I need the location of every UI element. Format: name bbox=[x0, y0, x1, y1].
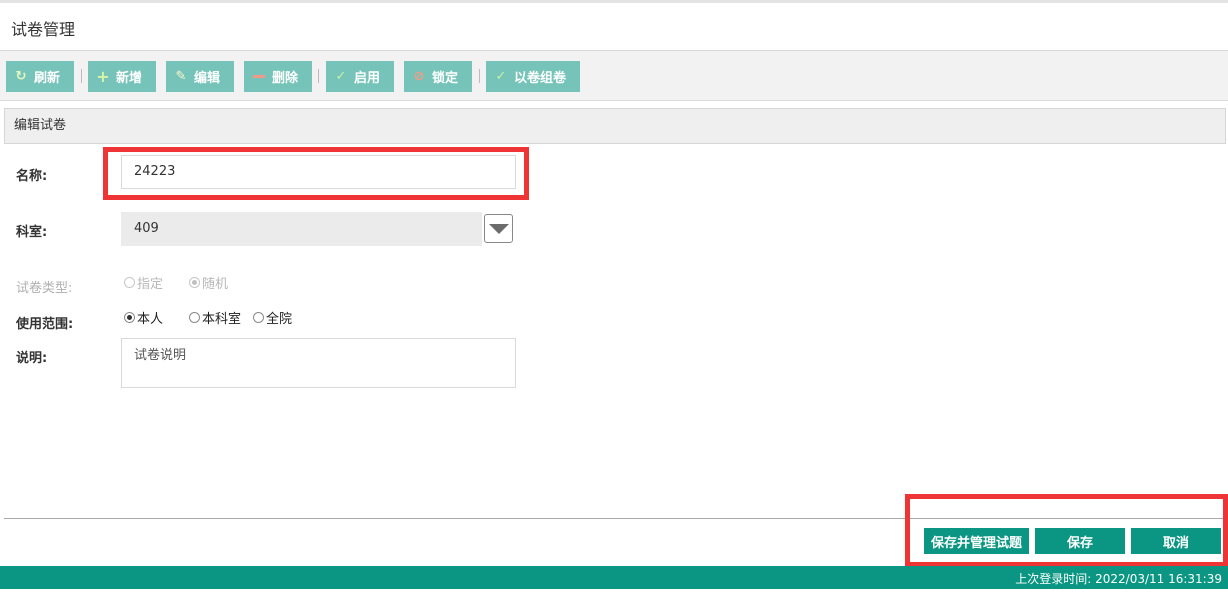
status-bar: 上次登录时间: 2022/03/11 16:31:39 bbox=[0, 566, 1228, 589]
enable-label: 启用 bbox=[354, 71, 381, 86]
radio-icon bbox=[253, 312, 264, 323]
compose-by-paper-label: 以卷组卷 bbox=[514, 71, 567, 86]
footer-divider bbox=[4, 518, 1226, 519]
toolbar-separator bbox=[318, 69, 319, 83]
refresh-icon: ↻ bbox=[15, 69, 27, 84]
pencil-icon: ✎ bbox=[175, 69, 187, 84]
delete-label: 删除 bbox=[272, 71, 299, 86]
department-dropdown-button[interactable] bbox=[484, 214, 513, 243]
department-label: 科室: bbox=[16, 225, 48, 240]
toolbar: ↻ 刷新 + 新增 ✎ 编辑 删除 ✓ 启用 ⊘ 锁定 ✓ 以卷组卷 bbox=[0, 50, 1228, 101]
edit-label: 编辑 bbox=[194, 71, 221, 86]
scope-radio-department[interactable]: 本科室 bbox=[189, 308, 241, 327]
add-label: 新增 bbox=[116, 71, 143, 86]
page-title: 试卷管理 bbox=[11, 20, 76, 39]
paper-type-label: 试卷类型: bbox=[16, 281, 73, 296]
toolbar-separator bbox=[479, 69, 480, 83]
edit-button[interactable]: ✎ 编辑 bbox=[166, 61, 234, 92]
paper-type-option-label: 随机 bbox=[202, 277, 229, 292]
plus-icon: + bbox=[96, 67, 110, 86]
name-label: 名称: bbox=[16, 169, 48, 184]
delete-button[interactable]: 删除 bbox=[244, 61, 312, 92]
radio-checked-icon bbox=[124, 312, 135, 323]
check-icon: ✓ bbox=[335, 69, 347, 84]
enable-button[interactable]: ✓ 启用 bbox=[326, 61, 394, 92]
check-icon: ✓ bbox=[495, 69, 507, 84]
paper-type-radio-random: 随机 bbox=[189, 273, 228, 292]
top-border bbox=[0, 0, 1228, 3]
refresh-label: 刷新 bbox=[34, 71, 61, 86]
add-button[interactable]: + 新增 bbox=[88, 61, 156, 92]
radio-checked-icon bbox=[189, 277, 200, 288]
scope-option-label: 本科室 bbox=[202, 312, 242, 327]
lock-label: 锁定 bbox=[432, 71, 459, 86]
department-select[interactable]: 409 bbox=[121, 212, 482, 246]
compose-by-paper-button[interactable]: ✓ 以卷组卷 bbox=[486, 61, 580, 92]
name-input[interactable]: 24223 bbox=[121, 155, 516, 189]
description-label: 说明: bbox=[16, 351, 48, 366]
lock-button[interactable]: ⊘ 锁定 bbox=[404, 61, 472, 92]
minus-icon bbox=[252, 70, 266, 84]
refresh-button[interactable]: ↻ 刷新 bbox=[6, 61, 74, 92]
cancel-button[interactable]: 取消 bbox=[1131, 528, 1221, 554]
radio-icon bbox=[189, 312, 200, 323]
radio-icon bbox=[124, 277, 135, 288]
scope-label: 使用范围: bbox=[16, 317, 74, 332]
chevron-down-icon bbox=[488, 223, 509, 234]
save-button[interactable]: 保存 bbox=[1035, 528, 1125, 554]
scope-option-label: 本人 bbox=[137, 312, 164, 327]
scope-radio-self[interactable]: 本人 bbox=[124, 308, 163, 327]
paper-type-radio-assigned: 指定 bbox=[124, 273, 163, 292]
ban-icon: ⊘ bbox=[413, 69, 425, 84]
paper-type-option-label: 指定 bbox=[137, 277, 164, 292]
toolbar-separator bbox=[81, 69, 82, 83]
scope-radio-hospital[interactable]: 全院 bbox=[253, 308, 292, 327]
panel-title: 编辑试卷 bbox=[4, 108, 1226, 144]
scope-option-label: 全院 bbox=[266, 312, 293, 327]
save-and-manage-button[interactable]: 保存并管理试题 bbox=[924, 528, 1029, 554]
description-textarea[interactable]: 试卷说明 bbox=[121, 338, 516, 388]
